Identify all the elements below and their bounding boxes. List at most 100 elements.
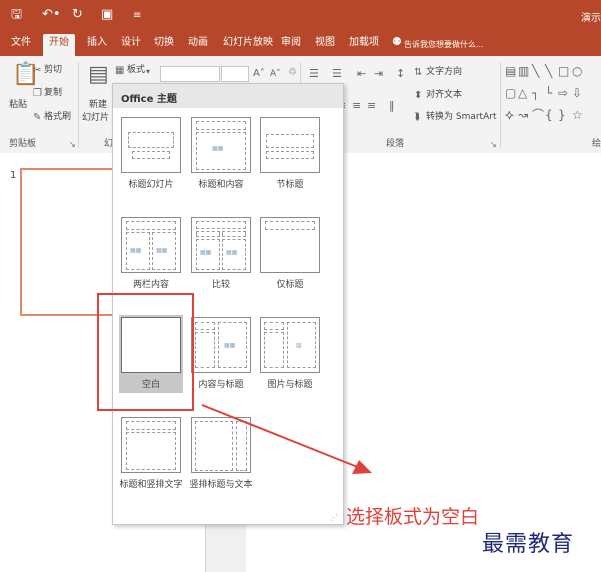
layout-title-slide[interactable]: 标题幻灯片 [119, 115, 183, 195]
new-slide-button-line2[interactable]: 幻灯片 [82, 113, 109, 124]
shapes-gallery[interactable]: ▤ ▥ ╲ ╲ □ ○ ▢ △ ┐ └ ⇨ ⇩ ⯎ ↝ ⌒ { } ☆ [505, 65, 591, 127]
new-slide-icon[interactable]: ▤ [88, 64, 109, 86]
layout-label: 节标题 [276, 180, 304, 190]
paste-button[interactable]: 粘贴 [9, 100, 27, 111]
convert-smartart-button[interactable]: 转换为 SmartArt [426, 112, 496, 123]
smartart-icon[interactable]: ⮯ [414, 112, 420, 124]
bullets-icon[interactable]: ☰ [309, 68, 319, 80]
shape-callout-icon[interactable]: ⯎ [505, 109, 514, 121]
layout-title-content[interactable]: ▦▦ 标题和内容 [189, 115, 253, 195]
shape-line-icon[interactable]: ╲ [532, 65, 539, 77]
tab-transitions[interactable]: 切换 [154, 37, 174, 49]
customize-toolbar-icon[interactable]: ≡ [133, 9, 141, 23]
tab-review[interactable]: 审阅 [281, 37, 301, 49]
layout-vertical-title-text[interactable]: 竖排标题与文本 [189, 415, 253, 495]
tab-insert[interactable]: 插入 [87, 37, 107, 49]
text-direction-icon[interactable]: ⇅ [414, 67, 422, 79]
cut-icon[interactable]: ✂ [33, 65, 41, 77]
text-direction-button[interactable]: 文字方向 [426, 67, 462, 78]
layout-title-only[interactable]: 仅标题 [258, 215, 322, 295]
decrease-indent-icon[interactable]: ⇤ [357, 68, 366, 80]
numbering-icon[interactable]: ☰ [332, 68, 342, 80]
layout-label: 标题幻灯片 [128, 180, 174, 190]
tab-animations[interactable]: 动画 [188, 37, 208, 49]
dialog-launcher-icon[interactable]: ↘ [490, 139, 497, 151]
shape-textbox-icon[interactable]: ▤ [505, 65, 516, 77]
font-name-box[interactable] [160, 66, 220, 82]
layout-label: 标题和竖排文字 [119, 480, 183, 490]
shape-textbox-vertical-icon[interactable]: ▥ [518, 65, 529, 77]
layout-two-content[interactable]: ▦▦ ▦▦ 两栏内容 [119, 215, 183, 295]
shape-star-icon[interactable]: ☆ [572, 109, 583, 121]
layout-section-header[interactable]: 节标题 [258, 115, 322, 195]
window-title: 演示 [581, 13, 601, 24]
layout-label: 仅标题 [276, 280, 304, 290]
justify-icon[interactable]: ≡ [367, 100, 376, 112]
decrease-font-icon[interactable]: A˅ [270, 68, 281, 80]
align-text-icon[interactable]: ⬍ [414, 90, 422, 102]
cut-button[interactable]: 剪切 [44, 65, 62, 76]
shape-line-icon[interactable]: ╲ [545, 65, 552, 77]
gallery-header: Office 主题 [113, 84, 343, 108]
start-from-beginning-icon[interactable]: ▣ [101, 8, 113, 22]
placeholder [128, 132, 174, 148]
placeholder [196, 221, 246, 229]
placeholder [266, 134, 314, 148]
placeholder [222, 231, 246, 237]
shape-arrow-down-icon[interactable]: ⇩ [572, 87, 582, 99]
shape-connector-icon[interactable]: ┐ [532, 87, 539, 99]
tab-slideshow[interactable]: 幻灯片放映 [223, 37, 273, 49]
columns-icon[interactable]: ‖ [389, 100, 395, 112]
shape-brace-icon[interactable]: { [545, 109, 553, 121]
scrollbar[interactable] [205, 523, 246, 572]
increase-indent-icon[interactable]: ⇥ [374, 68, 383, 80]
layout-icon[interactable]: ▦ [115, 65, 124, 77]
save-icon[interactable]: 🖫 [11, 8, 22, 22]
content-placeholder-icon: ▦▦ [224, 342, 236, 349]
tab-file[interactable]: 文件 [11, 37, 31, 49]
shape-brace-icon[interactable]: } [558, 109, 566, 121]
shape-rectangle-icon[interactable]: □ [558, 65, 569, 77]
tab-design[interactable]: 设计 [121, 37, 141, 49]
layout-label: 内容与标题 [198, 380, 244, 390]
tab-view[interactable]: 视图 [315, 37, 335, 49]
slide-number: 1 [10, 170, 17, 181]
shape-arrow-icon[interactable]: ⇨ [558, 87, 568, 99]
picture-placeholder-icon: ▧ [296, 342, 302, 349]
resize-handle-icon[interactable]: ⋰ [330, 512, 338, 524]
shape-oval-icon[interactable]: ○ [572, 65, 582, 77]
dialog-launcher-icon[interactable]: ↘ [69, 139, 76, 151]
ribbon-tab-bar: 文件 开始 插入 设计 切换 动画 幻灯片放映 审阅 视图 加载项 ⚉ 告诉我您… [0, 32, 601, 56]
layout-dropdown-button[interactable]: 板式 [127, 65, 145, 76]
undo-icon[interactable]: ↶• [42, 8, 61, 22]
clear-format-icon[interactable]: ♲ [288, 67, 297, 79]
placeholder [264, 332, 284, 368]
shape-connector-icon[interactable]: └ [545, 87, 552, 99]
line-spacing-icon[interactable]: ↕ [396, 68, 405, 80]
tab-addins[interactable]: 加载项 [349, 37, 379, 49]
align-text-button[interactable]: 对齐文本 [426, 90, 462, 101]
shape-rounded-rect-icon[interactable]: ▢ [505, 87, 516, 99]
format-painter-button[interactable]: 格式刷 [44, 112, 71, 123]
copy-button[interactable]: 复制 [44, 88, 62, 99]
layout-title-vertical-text[interactable]: 标题和竖排文字 [119, 415, 183, 495]
align-right-icon[interactable]: ≡ [352, 100, 361, 112]
layout-comparison[interactable]: ▦▦ ▦▦ 比较 [189, 215, 253, 295]
shape-arc-icon[interactable]: ⌒ [532, 109, 544, 121]
format-painter-icon[interactable]: ✎ [33, 112, 41, 124]
shape-triangle-icon[interactable]: △ [518, 87, 527, 99]
font-size-box[interactable] [221, 66, 249, 82]
redo-icon[interactable]: ↻ [72, 8, 83, 22]
highlight-box [97, 293, 194, 411]
copy-icon[interactable]: ❐ [33, 88, 42, 100]
layout-picture-with-caption[interactable]: ▧ 图片与标题 [258, 315, 322, 395]
tab-home[interactable]: 开始 [43, 34, 75, 56]
tell-me-search[interactable]: 告诉我您想要做什么... [404, 39, 484, 51]
placeholder [266, 151, 314, 159]
shape-curve-icon[interactable]: ↝ [518, 109, 528, 121]
layout-thumbnail: ▦▦ [191, 117, 251, 173]
new-slide-button[interactable]: 新建 [89, 100, 107, 111]
increase-font-icon[interactable]: A˄ [253, 68, 265, 80]
layout-content-with-caption[interactable]: ▦▦ 内容与标题 [189, 315, 253, 395]
chevron-down-icon[interactable]: ▾ [146, 66, 150, 78]
